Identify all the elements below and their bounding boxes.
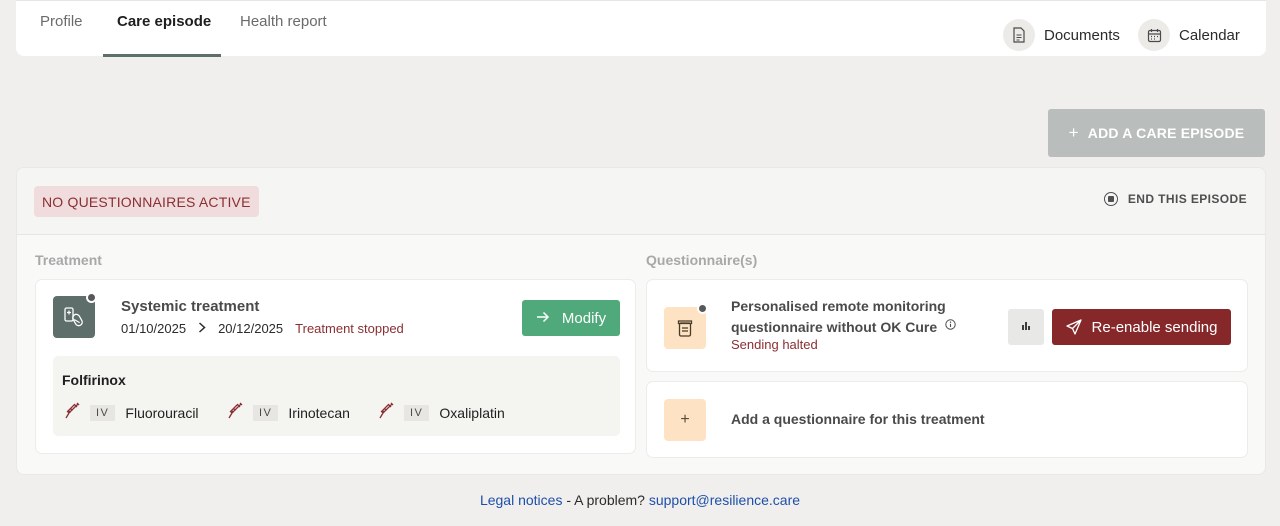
medication-icon (53, 292, 97, 338)
questionnaire-icon (664, 303, 708, 349)
treatment-dates: 01/10/2025 20/12/2025 Treatment stopped (121, 320, 404, 336)
drug-name: Irinotecan (288, 404, 350, 421)
protocol-name: Folfirinox (62, 372, 126, 388)
start-date: 01/10/2025 (121, 320, 187, 336)
protocol-box: Folfirinox IV Fluorouracil IV Irinotecan (53, 356, 620, 436)
tab-profile[interactable]: Profile (40, 13, 83, 57)
list-item: IV Oxaliplatin (378, 402, 505, 423)
add-questionnaire-label: Add a questionnaire for this treatment (731, 411, 985, 427)
end-date: 20/12/2025 (218, 320, 284, 336)
treatment-card: Systemic treatment 01/10/2025 20/12/2025… (35, 279, 636, 454)
route-badge: IV (90, 404, 116, 421)
chevron-right-icon (198, 320, 206, 336)
end-episode-button[interactable]: END THIS EPISODE (1103, 192, 1247, 206)
reenable-sending-label: Re-enable sending (1091, 318, 1218, 336)
stop-icon (1103, 192, 1118, 206)
tab-health-report[interactable]: Health report (240, 13, 327, 57)
treatment-section-label: Treatment (35, 252, 102, 268)
document-icon (1003, 19, 1035, 51)
list-item: IV Fluorouracil (64, 402, 199, 423)
questionnaire-section-label: Questionnaire(s) (646, 252, 758, 268)
episode-header: NO QUESTIONNAIRES ACTIVE END THIS EPISOD… (17, 168, 1265, 235)
calendar-label: Calendar (1179, 26, 1240, 44)
syringe-icon (64, 402, 80, 423)
legal-notices-link[interactable]: Legal notices (480, 492, 563, 508)
questionnaire-title: Personalised remote monitoring questionn… (731, 297, 981, 337)
calendar-button[interactable]: Calendar (1138, 19, 1240, 51)
support-email-link[interactable]: support@resilience.care (649, 492, 800, 508)
route-badge: IV (404, 404, 430, 421)
drug-name: Oxaliplatin (439, 404, 505, 421)
treatment-title: Systemic treatment (121, 298, 260, 315)
problem-text: - A problem? (562, 492, 649, 508)
add-care-episode-label: ADD A CARE EPISODE (1087, 125, 1245, 141)
syringe-icon (378, 402, 394, 423)
questionnaire-card: Personalised remote monitoring questionn… (646, 279, 1248, 372)
treatment-status: Treatment stopped (295, 320, 404, 336)
arrow-right-icon (536, 310, 550, 327)
bar-chart-icon (1021, 318, 1031, 336)
documents-button[interactable]: Documents (1003, 19, 1120, 51)
tab-care-episode[interactable]: Care episode (117, 13, 211, 57)
modify-button[interactable]: Modify (522, 300, 620, 336)
send-icon (1065, 319, 1082, 335)
care-episode-panel: NO QUESTIONNAIRES ACTIVE END THIS EPISOD… (16, 167, 1266, 475)
statistics-button[interactable] (1008, 309, 1044, 345)
questionnaire-title-text: Personalised remote monitoring questionn… (731, 298, 946, 335)
plus-icon: + (1068, 123, 1079, 142)
route-badge: IV (253, 404, 279, 421)
modify-label: Modify (561, 309, 607, 327)
list-item: IV Irinotecan (227, 402, 350, 423)
footer: Legal notices - A problem? support@resil… (0, 492, 1280, 508)
active-tab-indicator (103, 54, 221, 57)
reenable-sending-button[interactable]: Re-enable sending (1052, 309, 1231, 345)
drug-name: Fluorouracil (125, 404, 199, 421)
documents-label: Documents (1044, 26, 1120, 44)
info-icon[interactable] (945, 316, 956, 335)
end-episode-label: END THIS EPISODE (1127, 192, 1247, 206)
add-questionnaire-card[interactable]: + Add a questionnaire for this treatment (646, 381, 1248, 458)
add-care-episode-button[interactable]: + ADD A CARE EPISODE (1048, 109, 1265, 157)
status-badge: NO QUESTIONNAIRES ACTIVE (34, 186, 259, 217)
questionnaire-status: Sending halted (731, 337, 818, 352)
syringe-icon (227, 402, 243, 423)
plus-icon: + (664, 399, 706, 441)
top-navigation: Profile Care episode Health report Docum… (16, 0, 1266, 57)
calendar-icon (1138, 19, 1170, 51)
